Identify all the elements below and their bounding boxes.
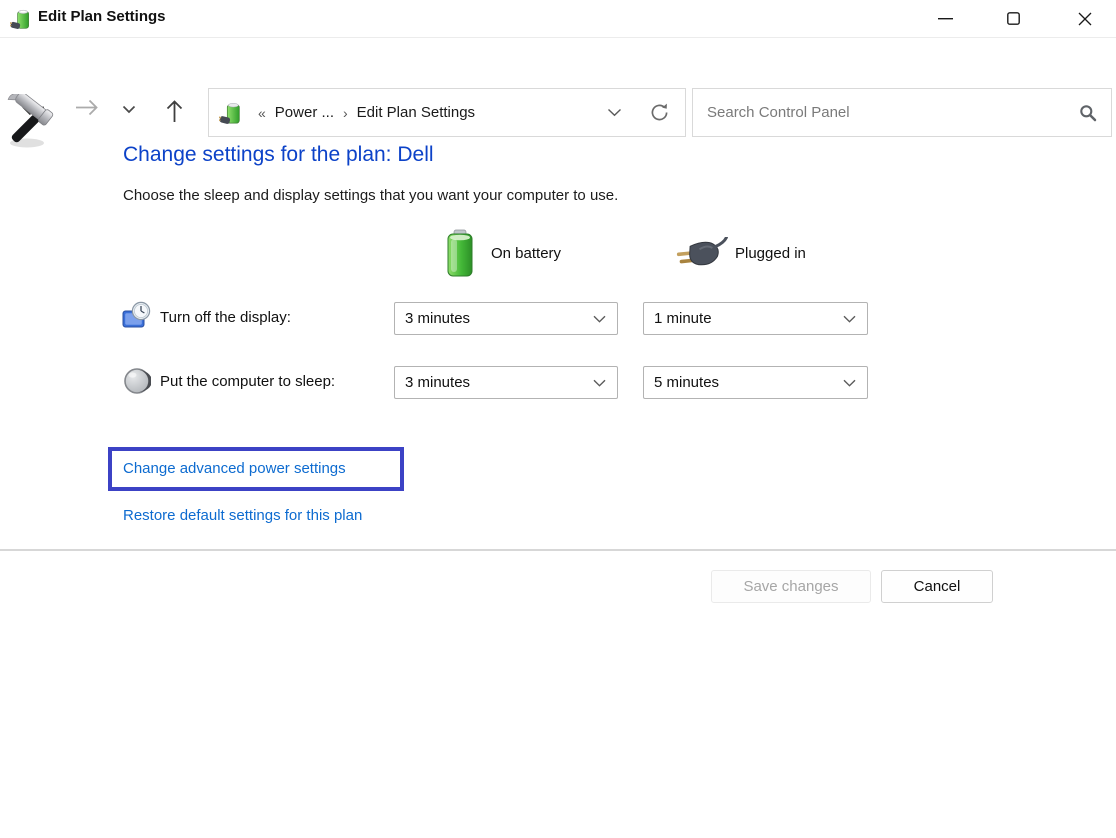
forward-arrow-icon	[75, 99, 99, 116]
display-timeout-icon	[122, 301, 152, 336]
recent-locations-button[interactable]	[122, 105, 136, 114]
search-icon[interactable]	[1079, 104, 1097, 122]
window-title: Edit Plan Settings	[38, 8, 166, 25]
chevron-down-icon	[122, 105, 136, 114]
search-box	[692, 88, 1112, 137]
cancel-button[interactable]: Cancel	[881, 570, 993, 603]
breadcrumb-overflow-chevron[interactable]: «	[258, 105, 266, 121]
page-subtitle: Choose the sleep and display settings th…	[123, 187, 618, 204]
breadcrumb-separator: ›	[343, 105, 348, 121]
breadcrumb-item-edit-plan-settings[interactable]: Edit Plan Settings	[357, 104, 475, 121]
minimize-icon	[938, 18, 953, 20]
dropdown-value: 3 minutes	[405, 310, 470, 327]
column-header-on-battery: On battery	[491, 245, 561, 262]
close-button[interactable]	[1062, 0, 1108, 37]
breadcrumb-app-icon	[219, 100, 243, 126]
battery-icon	[443, 229, 477, 284]
title-bar: Edit Plan Settings	[0, 0, 1116, 38]
row-label-turn-off-display: Turn off the display:	[160, 309, 291, 326]
dropdown-value: 3 minutes	[405, 374, 470, 391]
sleep-moon-icon	[123, 367, 151, 400]
row-label-put-computer-to-sleep: Put the computer to sleep:	[160, 373, 335, 390]
chevron-down-icon	[843, 315, 856, 323]
address-bar[interactable]: « Power ... › Edit Plan Settings	[208, 88, 686, 137]
dropdown-display-on-battery[interactable]: 3 minutes	[394, 302, 618, 335]
forward-button[interactable]	[75, 99, 99, 116]
chevron-down-icon	[607, 108, 622, 117]
maximize-icon	[1007, 12, 1020, 25]
hammer-watermark-icon	[0, 94, 64, 157]
refresh-button[interactable]	[648, 101, 671, 124]
search-input[interactable]	[707, 104, 1079, 121]
breadcrumb-item-power[interactable]: Power ...	[275, 104, 334, 121]
column-header-plugged-in: Plugged in	[735, 245, 806, 262]
restore-default-settings-link[interactable]: Restore default settings for this plan	[123, 507, 362, 524]
maximize-button[interactable]	[990, 0, 1036, 37]
refresh-icon	[648, 101, 671, 124]
chevron-down-icon	[593, 379, 606, 387]
dropdown-value: 1 minute	[654, 310, 712, 327]
close-icon	[1078, 12, 1092, 26]
change-advanced-power-settings-link[interactable]: Change advanced power settings	[123, 460, 346, 477]
up-arrow-icon	[166, 99, 183, 123]
up-button[interactable]	[166, 99, 183, 123]
page-title: Change settings for the plan: Dell	[123, 143, 434, 167]
save-changes-button[interactable]: Save changes	[711, 570, 871, 603]
chevron-down-icon	[593, 315, 606, 323]
power-plan-app-icon	[10, 7, 32, 36]
chevron-down-icon	[843, 379, 856, 387]
minimize-button[interactable]	[922, 0, 968, 37]
dropdown-value: 5 minutes	[654, 374, 719, 391]
dropdown-sleep-plugged-in[interactable]: 5 minutes	[643, 366, 868, 399]
plug-icon	[676, 237, 730, 276]
dropdown-sleep-on-battery[interactable]: 3 minutes	[394, 366, 618, 399]
address-dropdown-button[interactable]	[607, 108, 622, 117]
dropdown-display-plugged-in[interactable]: 1 minute	[643, 302, 868, 335]
navigation-toolbar: « Power ... › Edit Plan Settings	[0, 39, 1116, 101]
footer-divider	[0, 549, 1116, 551]
edit-plan-settings-window: Edit Plan Settings	[0, 0, 1116, 838]
